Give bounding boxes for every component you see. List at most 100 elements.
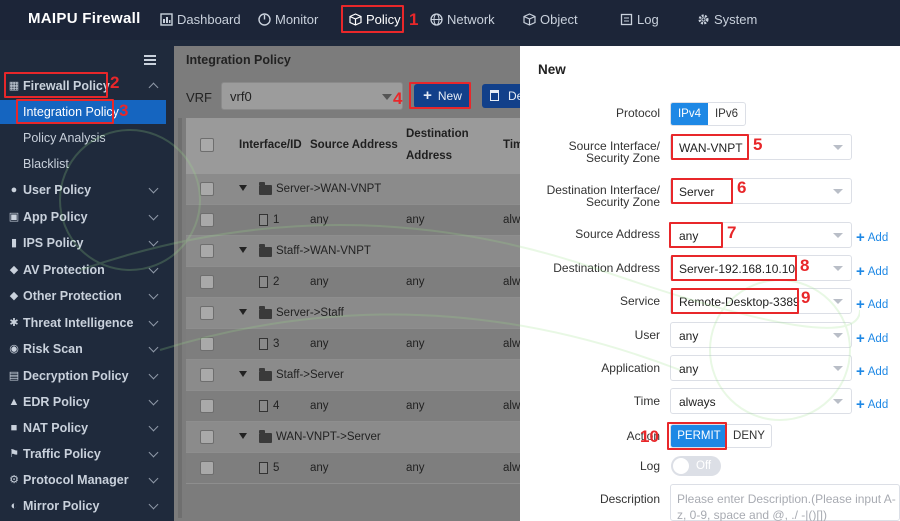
sidebar-item-user-policy[interactable]: ● User Policy [0,178,166,202]
group-name: Server->Staff [276,307,344,319]
sidebar-subitem-integration-policy[interactable]: Integration Policy [0,100,166,124]
plus-icon: + [856,229,865,246]
row-checkbox[interactable] [200,306,214,320]
description-placeholder: Please enter Description.(Please input A… [677,492,896,521]
new-button[interactable]: + New [414,84,471,108]
sidebar-item-traffic-policy[interactable]: ⚑ Traffic Policy [0,442,166,466]
nav-network[interactable]: Network [430,12,495,27]
chevron-down-icon [833,299,843,304]
caret-down-icon[interactable] [239,185,247,191]
caret-down-icon[interactable] [239,433,247,439]
nav-system[interactable]: System [697,12,757,27]
row-time: alw [503,214,521,226]
document-icon [259,338,268,350]
log-toggle[interactable]: Off [671,456,721,476]
row-checkbox[interactable] [200,368,214,382]
dialog-title: New [538,62,566,77]
caret-down-icon[interactable] [239,247,247,253]
main-scrollbar[interactable] [178,118,182,518]
nav-object[interactable]: Object [523,12,578,27]
chevron-down-icon [148,369,159,380]
row-source: any [310,338,329,350]
nav-monitor[interactable]: Monitor [258,12,318,27]
sidebar-item-app-policy[interactable]: ▣ App Policy [0,205,166,229]
folder-icon [259,182,272,195]
destination-address-label: Destination Address [553,261,660,275]
nav-dashboard[interactable]: Dashboard [160,12,241,27]
protocol-ipv4-option[interactable]: IPv4 [671,103,708,125]
dashboard-icon [160,13,173,26]
add-application-link[interactable]: + Add [856,362,888,380]
destination-address-select[interactable]: Server-192.168.10.10 [670,255,852,281]
sidebar-subitem-policy-analysis[interactable]: Policy Analysis [0,126,166,150]
firewall-icon: ▦ [8,80,20,92]
sidebar-item-nat-policy[interactable]: ■ NAT Policy [0,416,166,440]
user-select[interactable]: any [670,322,852,348]
action-deny-option[interactable]: DENY [727,425,771,447]
row-checkbox[interactable] [200,275,214,289]
sidebar-item-ips-policy[interactable]: ▮ IPS Policy [0,231,166,255]
sidebar-item-other-protection[interactable]: ◆ Other Protection [0,284,166,308]
service-select[interactable]: Remote-Desktop-3389 [670,288,852,314]
nav-log[interactable]: Log [620,12,659,27]
row-checkbox[interactable] [200,213,214,227]
vrf-select[interactable]: vrf0 [221,82,403,110]
sidebar-item-protocol-manager[interactable]: ⚙ Protocol Manager [0,468,166,492]
sidebar-item-av-protection[interactable]: ◆ AV Protection [0,258,166,282]
nav-monitor-label: Monitor [275,12,319,27]
table-row-group[interactable]: Staff->Server [186,360,520,391]
table-row[interactable]: 4 any any alw [186,391,520,422]
table-row[interactable]: 2 any any alw [186,267,520,298]
annotation-number: 3 [119,101,129,120]
sidebar-item-threat-intelligence[interactable]: ✱ Threat Intelligence [0,311,166,335]
destination-interface-select[interactable]: Server [670,178,852,204]
delete-button[interactable]: De [482,84,520,108]
table-row[interactable]: 3 any any alw [186,329,520,360]
description-textarea[interactable]: Please enter Description.(Please input A… [670,484,900,521]
table-row[interactable]: 5 any any alw [186,453,520,484]
sidebar-item-decryption-policy[interactable]: ▤ Decryption Policy [0,364,166,388]
row-checkbox[interactable] [200,337,214,351]
sidebar-subitem-blacklist[interactable]: Blacklist [0,152,166,176]
sidebar-item-firewall-policy[interactable]: ▦ Firewall Policy [0,74,166,98]
nav-policy[interactable]: Policy [349,12,401,27]
application-select[interactable]: any [670,355,852,381]
caret-down-icon[interactable] [239,371,247,377]
caret-down-icon[interactable] [239,309,247,315]
table-row-group[interactable]: Server->WAN-VNPT [186,174,520,205]
action-permit-option[interactable]: PERMIT [671,425,727,447]
row-checkbox[interactable] [200,461,214,475]
table-row-group[interactable]: Staff->WAN-VNPT [186,236,520,267]
select-all-checkbox[interactable] [200,138,214,152]
time-select[interactable]: always [670,388,852,414]
menu-collapse-icon[interactable] [144,55,156,65]
time-value: always [679,395,716,409]
add-source-address-link[interactable]: + Add [856,228,888,246]
protocol-ipv6-option[interactable]: IPv6 [708,103,745,125]
add-user-link[interactable]: + Add [856,329,888,347]
plus-icon: + [856,363,865,380]
add-destination-address-link[interactable]: + Add [856,262,888,280]
add-time-link[interactable]: + Add [856,395,888,413]
table-row-group[interactable]: Server->Staff [186,298,520,329]
table-row[interactable]: 1 any any alw [186,205,520,236]
add-service-link[interactable]: + Add [856,295,888,313]
sidebar-item-risk-scan[interactable]: ◉ Risk Scan [0,337,166,361]
source-address-select[interactable]: any [670,222,852,248]
nav-log-label: Log [637,12,659,27]
chevron-down-icon [833,333,843,338]
row-checkbox[interactable] [200,244,214,258]
sidebar-item-mirror-policy[interactable]: ◐ Mirror Policy [0,494,166,518]
sidebar-item-edr-policy[interactable]: ▲ EDR Policy [0,390,166,414]
plus-icon: + [856,263,865,280]
nav-object-label: Object [540,12,578,27]
row-checkbox[interactable] [200,182,214,196]
chevron-up-icon [148,82,159,93]
log-toggle-label: Off [696,460,712,472]
source-interface-value: WAN-VNPT [679,141,743,155]
row-checkbox[interactable] [200,399,214,413]
edr-icon: ▲ [8,396,20,408]
service-value: Remote-Desktop-3389 [679,295,800,309]
table-row-group[interactable]: WAN-VNPT->Server [186,422,520,453]
row-checkbox[interactable] [200,430,214,444]
